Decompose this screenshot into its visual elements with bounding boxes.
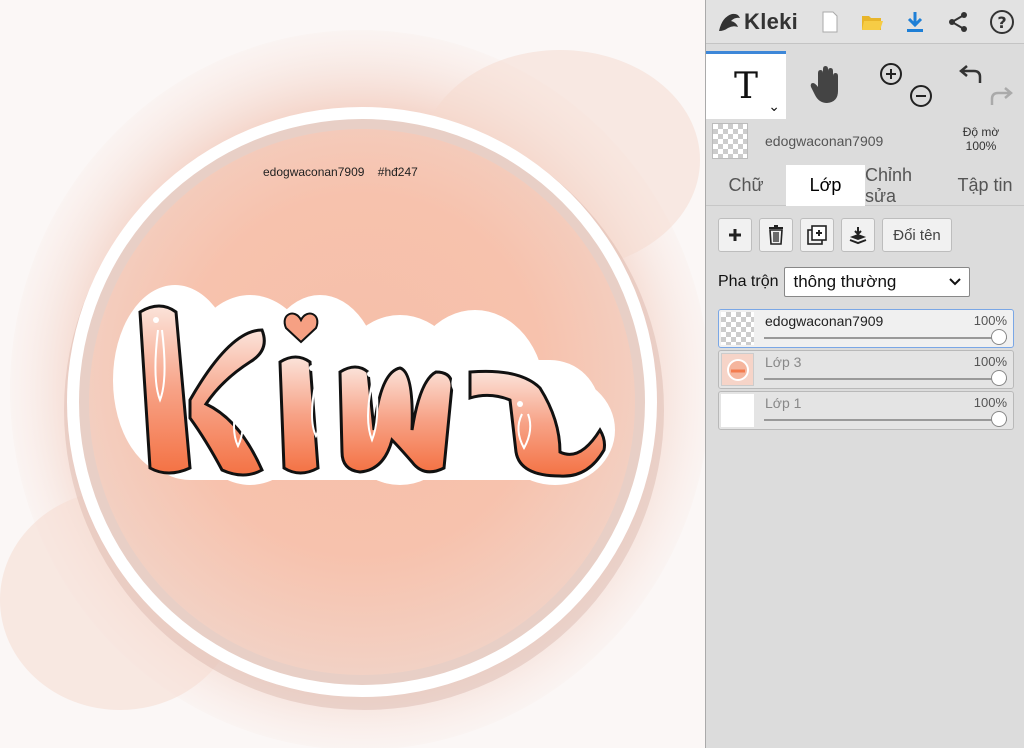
layer-opacity-slider[interactable]	[764, 370, 1007, 386]
blend-mode-value: thông thường	[793, 272, 897, 291]
undo-icon[interactable]	[958, 63, 984, 87]
new-file-button[interactable]	[814, 6, 846, 38]
active-layer-info: edogwaconan7909 Độ mờ 100%	[706, 119, 1024, 165]
history-controls	[946, 51, 1024, 119]
layer-item[interactable]: edogwaconan7909 100%	[718, 309, 1014, 348]
blend-mode-label: Pha trộn	[718, 273, 779, 290]
help-button[interactable]: ?	[986, 6, 1018, 38]
text-tool-icon: T	[733, 66, 758, 107]
delete-layer-button[interactable]	[759, 218, 793, 252]
signature-text: edogwaconan7909 #hđ247	[263, 165, 428, 179]
zoom-controls	[866, 51, 946, 119]
share-icon	[949, 12, 967, 32]
download-button[interactable]	[899, 6, 931, 38]
signature-tag: #hđ247	[377, 165, 418, 179]
rename-layer-button[interactable]: Đổi tên	[882, 218, 952, 252]
artwork	[0, 30, 705, 748]
opacity-label: Độ mờ	[962, 125, 1000, 139]
layer-thumbnail	[721, 353, 754, 386]
text-tool[interactable]: T ⌄	[706, 51, 786, 119]
merge-down-button[interactable]	[841, 218, 875, 252]
tab-text[interactable]: Chữ	[706, 165, 786, 206]
kleki-logo-icon	[719, 13, 740, 31]
layer-opacity-slider[interactable]	[764, 329, 1007, 345]
opacity-display[interactable]: Độ mờ 100%	[951, 125, 1011, 153]
layer-opacity: 100%	[973, 313, 1007, 328]
active-layer-name: edogwaconan7909	[765, 133, 884, 149]
slider-knob[interactable]	[991, 329, 1007, 345]
layer-thumbnail	[721, 394, 754, 427]
help-icon: ?	[990, 10, 1014, 34]
layer-list: edogwaconan7909 100% Lớp 3 100% Lớp 1 10…	[718, 309, 1014, 432]
active-layer-thumbnail	[712, 123, 748, 159]
layer-opacity: 100%	[973, 354, 1007, 369]
zoom-out-icon[interactable]	[908, 83, 934, 109]
slider-knob[interactable]	[991, 370, 1007, 386]
new-file-icon	[822, 11, 838, 33]
redo-icon[interactable]	[988, 85, 1014, 109]
top-toolbar: Kleki ?	[706, 0, 1024, 44]
layer-item[interactable]: Lớp 1 100%	[718, 391, 1014, 430]
drawing-canvas[interactable]: edogwaconan7909 #hđ247	[0, 0, 705, 748]
app-logo[interactable]: Kleki	[716, 6, 798, 38]
hand-tool[interactable]	[786, 51, 866, 119]
plus-icon	[729, 229, 741, 241]
download-icon	[907, 12, 923, 32]
artwork-thumbnail-icon	[726, 358, 749, 381]
layer-opacity-slider[interactable]	[764, 411, 1007, 427]
zoom-in-icon[interactable]	[878, 61, 904, 87]
share-button[interactable]	[942, 6, 974, 38]
layer-opacity: 100%	[973, 395, 1007, 410]
trash-icon	[769, 225, 783, 245]
layer-name: Lớp 1	[765, 395, 802, 411]
side-panel: Kleki ? T ⌄ edogwaconan7909 Độ mờ 100% C…	[705, 0, 1024, 748]
panel-tabs: Chữ Lớp Chỉnh sửa Tập tin	[706, 165, 1024, 206]
tab-edit[interactable]: Chỉnh sửa	[865, 165, 945, 206]
tool-row: T ⌄	[706, 51, 1024, 119]
app-name: Kleki	[744, 9, 799, 34]
layer-name: Lớp 3	[765, 354, 802, 370]
tab-layers[interactable]: Lớp	[786, 165, 865, 206]
hand-icon	[810, 66, 838, 103]
svg-text:?: ?	[997, 13, 1006, 32]
duplicate-layer-button[interactable]	[800, 218, 834, 252]
slider-knob[interactable]	[991, 411, 1007, 427]
add-layer-button[interactable]	[718, 218, 752, 252]
chevron-down-icon	[949, 278, 962, 286]
rename-label: Đổi tên	[893, 226, 941, 244]
layer-thumbnail	[721, 312, 754, 345]
blend-mode-row: Pha trộn thông thường	[718, 266, 971, 298]
layer-name: edogwaconan7909	[765, 313, 884, 329]
open-button[interactable]	[856, 6, 888, 38]
signature-user: edogwaconan7909	[263, 165, 365, 179]
duplicate-icon	[807, 225, 827, 245]
chevron-down-icon[interactable]: ⌄	[768, 98, 780, 115]
layer-item[interactable]: Lớp 3 100%	[718, 350, 1014, 389]
merge-down-icon	[849, 227, 867, 245]
open-folder-icon	[862, 16, 883, 30]
blend-mode-select[interactable]: thông thường	[784, 267, 971, 297]
opacity-value: 100%	[965, 139, 997, 153]
tab-file[interactable]: Tập tin	[945, 165, 1024, 206]
